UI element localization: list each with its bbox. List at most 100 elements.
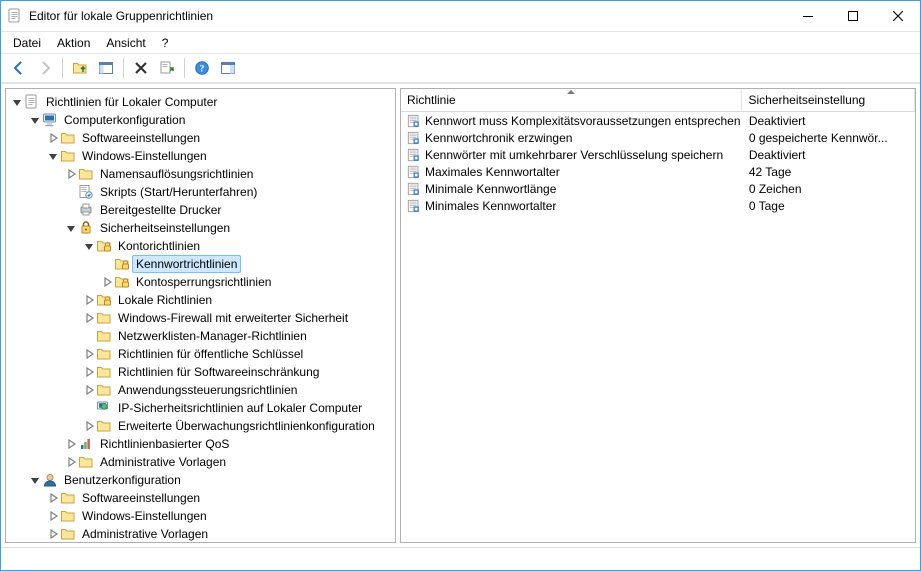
tree-node-softwareeinstellungen[interactable]: Softwareeinstellungen <box>46 489 393 507</box>
folder-icon <box>60 490 76 506</box>
expand-toggle[interactable] <box>46 491 60 505</box>
tree-node-computerkonfiguration[interactable]: Computerkonfiguration <box>28 111 393 129</box>
tree-node-label: Windows-Firewall mit erweiterter Sicherh… <box>114 309 352 327</box>
collapse-toggle[interactable] <box>82 239 96 253</box>
policy-row[interactable]: Minimale Kennwortlänge 0 Zeichen <box>401 180 915 197</box>
app-icon <box>7 8 23 24</box>
titlebar[interactable]: Editor für lokale Gruppenrichtlinien <box>1 1 920 32</box>
tree-node-ip-sicherheitsrichtlinien-auf-lokaler-co[interactable]: IP-Sicherheitsrichtlinien auf Lokaler Co… <box>82 399 393 417</box>
tree-node-netzwerklisten-manager-richtlinien[interactable]: Netzwerklisten-Manager-Richtlinien <box>82 327 393 345</box>
collapse-toggle[interactable] <box>10 95 24 109</box>
close-button[interactable] <box>875 1 920 31</box>
folder-lock-icon <box>96 238 112 254</box>
tree-node-richtlinien-f-r-softwareeinschr-nkung[interactable]: Richtlinien für Softwareeinschränkung <box>82 363 393 381</box>
policy-value: 42 Tage <box>743 165 915 179</box>
tree-node-skripts-start-herunterfahren[interactable]: Skripts (Start/Herunterfahren) <box>64 183 393 201</box>
tree-node-bereitgestellte-drucker[interactable]: Bereitgestellte Drucker <box>64 201 393 219</box>
expand-toggle[interactable] <box>64 455 78 469</box>
tree-node-benutzerkonfiguration[interactable]: Benutzerkonfiguration <box>28 471 393 489</box>
policy-icon <box>407 131 421 145</box>
expand-toggle[interactable] <box>46 509 60 523</box>
folder-icon <box>78 454 94 470</box>
tree-node-richtlinien-f-r-lokaler-computer[interactable]: Richtlinien für Lokaler Computer <box>10 93 393 111</box>
policy-row[interactable]: Maximales Kennwortalter 42 Tage <box>401 163 915 180</box>
up-level-button[interactable] <box>68 56 92 80</box>
tree-node-label: IP-Sicherheitsrichtlinien auf Lokaler Co… <box>114 399 366 417</box>
collapse-toggle[interactable] <box>28 473 42 487</box>
tree-node-kennwortrichtlinien[interactable]: Kennwortrichtlinien <box>100 255 393 273</box>
policy-row[interactable]: Kennwortchronik erzwingen 0 gespeicherte… <box>401 129 915 146</box>
toolbar-separator <box>123 58 124 78</box>
expand-toggle[interactable] <box>82 293 96 307</box>
collapse-toggle[interactable] <box>46 149 60 163</box>
expand-toggle[interactable] <box>82 311 96 325</box>
tree-node-label: Skripts (Start/Herunterfahren) <box>96 183 261 201</box>
expand-toggle[interactable] <box>46 527 60 541</box>
tree-node-richtlinienbasierter-qos[interactable]: Richtlinienbasierter QoS <box>64 435 393 453</box>
doc-icon <box>24 94 40 110</box>
tree-node-kontorichtlinien[interactable]: Kontorichtlinien <box>82 237 393 255</box>
delete-button[interactable] <box>129 56 153 80</box>
toolbar <box>1 54 920 83</box>
tree-node-softwareeinstellungen[interactable]: Softwareeinstellungen <box>46 129 393 147</box>
tree-node-label: Namensauflösungsrichtlinien <box>96 165 257 183</box>
policy-name: Maximales Kennwortalter <box>425 165 560 179</box>
tree-node-windows-firewall-mit-erweiterter-sicherh[interactable]: Windows-Firewall mit erweiterter Sicherh… <box>82 309 393 327</box>
tree-node-label: Richtlinien für öffentliche Schlüssel <box>114 345 307 363</box>
expand-toggle[interactable] <box>82 419 96 433</box>
tree-node-administrative-vorlagen[interactable]: Administrative Vorlagen <box>64 453 393 471</box>
help-button[interactable] <box>190 56 214 80</box>
policy-value: Deaktiviert <box>743 114 915 128</box>
tree-node-label: Administrative Vorlagen <box>96 453 230 471</box>
tree-node-kontosperrungsrichtlinien[interactable]: Kontosperrungsrichtlinien <box>100 273 393 291</box>
folder-icon <box>96 418 112 434</box>
expand-toggle[interactable] <box>82 347 96 361</box>
back-button[interactable] <box>7 56 31 80</box>
menu-datei[interactable]: Datei <box>5 34 49 52</box>
minimize-button[interactable] <box>785 1 830 31</box>
menu-ansicht[interactable]: Ansicht <box>98 34 153 52</box>
expand-toggle[interactable] <box>82 365 96 379</box>
policy-name: Kennwortchronik erzwingen <box>425 131 572 145</box>
app-window: Editor für lokale Gruppenrichtlinien Dat… <box>0 0 921 571</box>
export-list-button[interactable] <box>155 56 179 80</box>
policy-icon <box>407 114 421 128</box>
tree-node-windows-einstellungen[interactable]: Windows-Einstellungen <box>46 147 393 165</box>
policy-row[interactable]: Minimales Kennwortalter 0 Tage <box>401 197 915 214</box>
folder-icon <box>60 526 76 542</box>
list-pane[interactable]: Richtlinie Sicherheitseinstellung Kennwo… <box>400 88 916 543</box>
collapse-toggle[interactable] <box>64 221 78 235</box>
tree-node-windows-einstellungen[interactable]: Windows-Einstellungen <box>46 507 393 525</box>
tree-node-label: Softwareeinstellungen <box>78 129 204 147</box>
maximize-button[interactable] <box>830 1 875 31</box>
collapse-toggle[interactable] <box>28 113 42 127</box>
expand-toggle[interactable] <box>64 437 78 451</box>
column-richtlinie[interactable]: Richtlinie <box>401 89 742 111</box>
expand-toggle[interactable] <box>64 167 78 181</box>
tree-pane[interactable]: Richtlinien für Lokaler Computer Compute… <box>5 88 396 543</box>
toggle-tree-button[interactable] <box>94 56 118 80</box>
toggle-action-pane-button[interactable] <box>216 56 240 80</box>
expand-toggle[interactable] <box>46 131 60 145</box>
folder-icon <box>60 508 76 524</box>
policy-icon <box>407 165 421 179</box>
tree-node-label: Richtlinienbasierter QoS <box>96 435 233 453</box>
folder-lock-icon <box>114 256 130 272</box>
tree-node-label: Kennwortrichtlinien <box>132 255 241 273</box>
tree-node-richtlinien-f-r-ffentliche-schl-ssel[interactable]: Richtlinien für öffentliche Schlüssel <box>82 345 393 363</box>
expand-toggle[interactable] <box>82 383 96 397</box>
tree-node-erweiterte-berwachungsrichtlinienkonfigu[interactable]: Erweiterte Überwachungsrichtlinienkonfig… <box>82 417 393 435</box>
qos-icon <box>78 436 94 452</box>
tree-node-label: Lokale Richtlinien <box>114 291 216 309</box>
expand-toggle[interactable] <box>100 275 114 289</box>
policy-row[interactable]: Kennwörter mit umkehrbarer Verschlüsselu… <box>401 146 915 163</box>
menu-hilfe[interactable]: ? <box>154 34 177 52</box>
menu-aktion[interactable]: Aktion <box>49 34 98 52</box>
policy-row[interactable]: Kennwort muss Komplexitätsvoraussetzunge… <box>401 112 915 129</box>
tree-node-anwendungssteuerungsrichtlinien[interactable]: Anwendungssteuerungsrichtlinien <box>82 381 393 399</box>
tree-node-namensaufl-sungsrichtlinien[interactable]: Namensauflösungsrichtlinien <box>64 165 393 183</box>
tree-node-administrative-vorlagen[interactable]: Administrative Vorlagen <box>46 525 393 543</box>
column-sicherheitseinstellung[interactable]: Sicherheitseinstellung <box>742 89 915 111</box>
tree-node-lokale-richtlinien[interactable]: Lokale Richtlinien <box>82 291 393 309</box>
tree-node-sicherheitseinstellungen[interactable]: Sicherheitseinstellungen <box>64 219 393 237</box>
